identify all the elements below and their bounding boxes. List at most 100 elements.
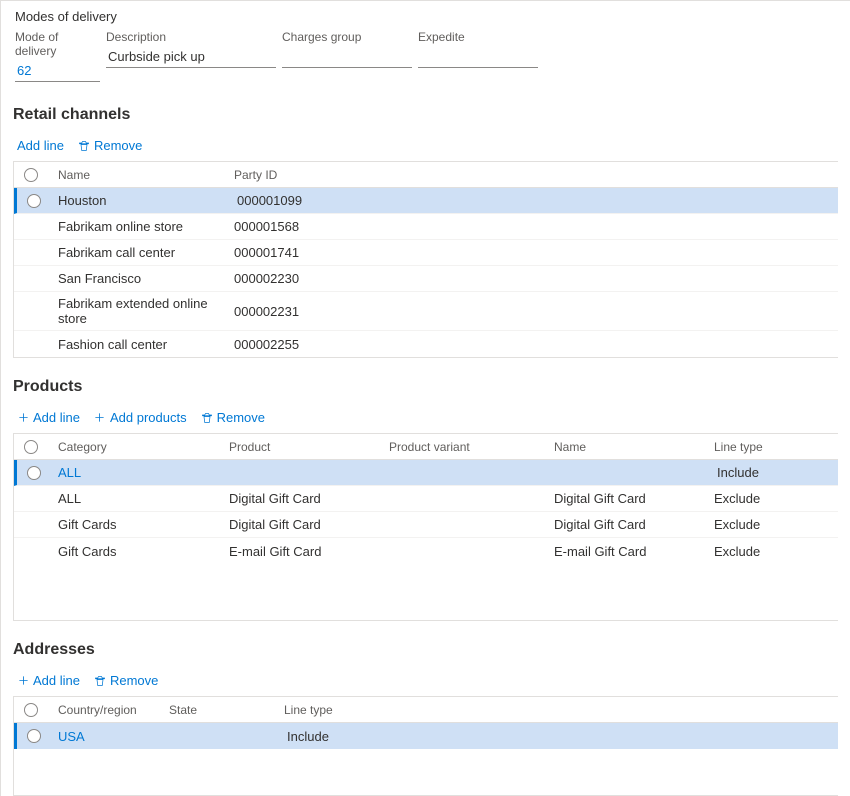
add-line-label: Add line <box>33 673 80 688</box>
cell-party-id: 000001568 <box>228 215 378 238</box>
cell-variant <box>386 469 551 477</box>
plus-icon <box>94 412 106 424</box>
cell-line-type: Include <box>281 725 401 748</box>
addresses-toolbar: Add line Remove <box>13 669 838 696</box>
table-row[interactable]: Gift CardsE-mail Gift CardE-mail Gift Ca… <box>14 538 838 564</box>
addresses-title: Addresses <box>13 641 838 659</box>
cell-product: Digital Gift Card <box>223 513 383 536</box>
products-grid: Category Product Product variant Name Li… <box>13 433 838 621</box>
col-country-region[interactable]: Country/region <box>48 699 163 721</box>
mode-input[interactable] <box>15 60 100 82</box>
cell-name: Fashion call center <box>48 333 228 356</box>
cell-product: Digital Gift Card <box>223 487 383 510</box>
col-product-variant[interactable]: Product variant <box>383 436 548 458</box>
cell-name: Fabrikam call center <box>48 241 228 264</box>
cell-variant <box>383 495 548 503</box>
charges-input[interactable] <box>282 46 412 68</box>
table-row[interactable]: Houston000001099 <box>14 188 838 214</box>
trash-icon <box>201 412 213 424</box>
products-title: Products <box>13 378 838 396</box>
add-line-label: Add line <box>33 410 80 425</box>
trash-icon <box>78 140 90 152</box>
retail-channels-grid: Name Party ID Houston000001099Fabrikam o… <box>13 161 838 358</box>
cell-party-id: 000001099 <box>231 189 381 212</box>
grid-body: ALLIncludeALLDigital Gift CardDigital Gi… <box>14 460 838 620</box>
field-expedite: Expedite <box>418 30 538 82</box>
retail-channels-title: Retail channels <box>13 106 838 124</box>
remove-label: Remove <box>94 138 142 153</box>
col-name[interactable]: Name <box>548 436 708 458</box>
remove-label: Remove <box>110 673 158 688</box>
add-line-button[interactable]: Add line <box>17 138 64 153</box>
table-row[interactable]: Fashion call center000002255 <box>14 331 838 357</box>
section-addresses: Addresses Add line Remove Country/region… <box>13 641 838 796</box>
cell-name: Fabrikam online store <box>48 215 228 238</box>
cell-party-id: 000001741 <box>228 241 378 264</box>
table-row[interactable]: ALLDigital Gift CardDigital Gift CardExc… <box>14 486 838 512</box>
section-products: Products Add line Add products Remove <box>13 378 838 621</box>
mode-label: Mode of delivery <box>15 30 100 58</box>
field-mode-of-delivery: Mode of delivery <box>15 30 100 82</box>
select-all[interactable] <box>14 440 48 454</box>
add-products-button[interactable]: Add products <box>94 410 187 425</box>
row-select[interactable] <box>17 729 51 743</box>
app-root: Modes of delivery Mode of delivery Descr… <box>0 0 850 796</box>
table-row[interactable]: Fabrikam call center000001741 <box>14 240 838 266</box>
grid-header: Category Product Product variant Name Li… <box>14 434 838 460</box>
retail-channels-toolbar: Add line Remove <box>13 134 838 161</box>
field-description: Description <box>106 30 276 82</box>
page-title: Modes of delivery <box>15 9 836 24</box>
cell-party-id: 000002255 <box>228 333 378 356</box>
col-name[interactable]: Name <box>48 164 228 186</box>
col-party-id[interactable]: Party ID <box>228 164 378 186</box>
addresses-grid: Country/region State Line type USA Includ… <box>13 696 838 796</box>
col-line-type[interactable]: Line type <box>708 436 808 458</box>
table-row[interactable]: Fabrikam online store000001568 <box>14 214 838 240</box>
cell-state <box>166 732 281 740</box>
add-line-button[interactable]: Add line <box>17 673 80 688</box>
remove-button[interactable]: Remove <box>94 673 158 688</box>
remove-button[interactable]: Remove <box>201 410 265 425</box>
remove-button[interactable]: Remove <box>78 138 142 153</box>
table-row[interactable]: San Francisco000002230 <box>14 266 838 292</box>
expedite-input[interactable] <box>418 46 538 68</box>
remove-label: Remove <box>217 410 265 425</box>
cell-line-type: Exclude <box>708 513 808 536</box>
cell-line-type: Exclude <box>708 540 808 563</box>
page-header: Modes of delivery Mode of delivery Descr… <box>1 1 850 86</box>
cell-name: Fabrikam extended online store <box>48 292 228 330</box>
table-row[interactable]: ALL Include <box>14 460 838 486</box>
section-retail-channels: Retail channels Add line Remove Name Par… <box>13 106 838 358</box>
table-row[interactable]: Fabrikam extended online store000002231 <box>14 292 838 331</box>
field-charges-group: Charges group <box>282 30 412 82</box>
cell-party-id: 000002231 <box>228 300 378 323</box>
select-all[interactable] <box>14 703 48 717</box>
plus-icon <box>17 675 29 687</box>
cell-line-type: Include <box>711 461 811 484</box>
col-state[interactable]: State <box>163 699 278 721</box>
grid-header: Country/region State Line type <box>14 697 838 723</box>
cell-country-region: USA <box>51 725 166 748</box>
cell-variant <box>383 547 548 555</box>
row-select[interactable] <box>17 194 51 208</box>
plus-icon <box>17 412 29 424</box>
header-fields: Mode of delivery Description Charges gro… <box>15 30 836 82</box>
cell-party-id: 000002230 <box>228 267 378 290</box>
table-row[interactable]: USA Include <box>14 723 838 749</box>
cell-category: Gift Cards <box>48 540 223 563</box>
cell-category: Gift Cards <box>48 513 223 536</box>
table-row[interactable]: Gift CardsDigital Gift CardDigital Gift … <box>14 512 838 538</box>
cell-category: ALL <box>48 487 223 510</box>
col-category[interactable]: Category <box>48 436 223 458</box>
row-select[interactable] <box>17 466 51 480</box>
description-label: Description <box>106 30 276 44</box>
col-product[interactable]: Product <box>223 436 383 458</box>
cell-category: ALL <box>51 461 226 484</box>
col-line-type[interactable]: Line type <box>278 699 398 721</box>
add-line-button[interactable]: Add line <box>17 410 80 425</box>
select-all[interactable] <box>14 168 48 182</box>
description-input[interactable] <box>106 46 276 68</box>
cell-name: San Francisco <box>48 267 228 290</box>
cell-line-type: Exclude <box>708 487 808 510</box>
trash-icon <box>94 675 106 687</box>
